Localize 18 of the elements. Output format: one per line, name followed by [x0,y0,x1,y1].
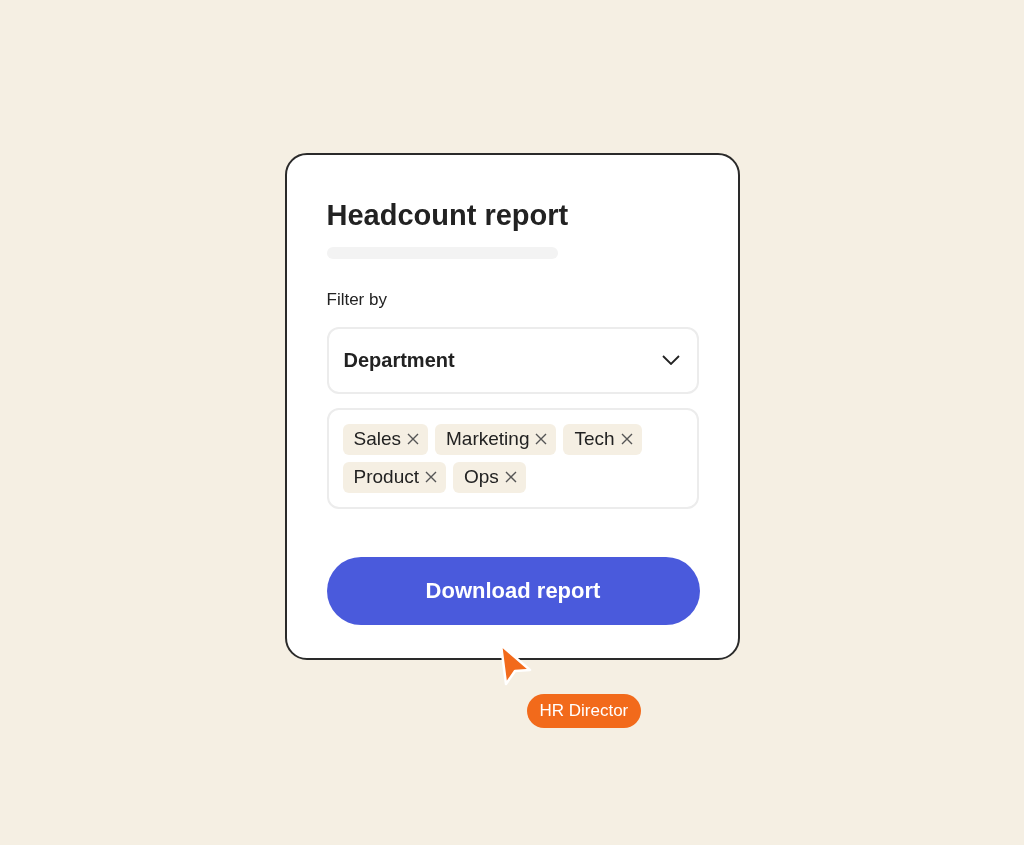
dropdown-value: Department [343,348,455,373]
department-dropdown[interactable]: Department [326,326,699,394]
tag-field[interactable]: Sales Marketing Tech Product Ops [326,407,699,509]
tag-label: Tech [574,426,615,451]
remove-icon[interactable] [504,471,517,483]
user-badge: HR Director [526,694,642,728]
filter-label: Filter by [326,289,387,311]
chevron-down-icon [661,355,680,365]
remove-icon[interactable] [425,471,437,483]
tag-label: Marketing [446,426,530,451]
card-title: Headcount report [326,198,569,233]
tag-label: Ops [464,464,499,489]
tag-label: Product [353,464,419,489]
remove-icon[interactable] [620,433,633,445]
remove-icon[interactable] [535,433,548,445]
tag-label: Sales [353,426,402,451]
download-button[interactable]: Download report [326,556,700,625]
remove-icon[interactable] [407,433,420,445]
